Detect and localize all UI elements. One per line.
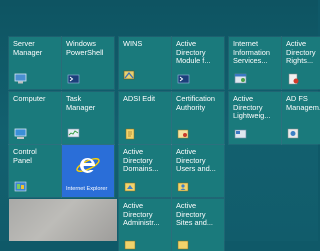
tile-iis[interactable]: Internet Information Services... [228,36,282,90]
tile-ad-domains[interactable]: Active Directory Domains... [118,144,172,198]
tile-label: ADSI Edit [123,94,156,103]
tile-computer[interactable]: Computer [8,91,62,145]
tile-label: Active Directory Domains... [123,147,159,174]
tile-label: Internet Explorer [66,186,108,192]
tile-adfs-management[interactable]: AD FS Managem... [281,91,320,145]
iis-icon [234,73,247,84]
tile-ad-users[interactable]: Active Directory Users and... [171,144,225,198]
tile-windows-powershell[interactable]: Windows PowerShell [61,36,115,90]
tile-label: Active Directory Sites and... [176,201,213,228]
certification-authority-icon [177,129,189,139]
tile-label: Windows PowerShell [66,39,104,57]
tile-label: Control Panel [13,147,37,165]
tile-wins[interactable]: WINS [118,36,172,90]
tile-ad-sites[interactable]: Active Directory Sites and... [171,198,225,251]
ad-domains-icon [124,182,136,192]
tile-label: Active Directory Lightweig... [233,94,271,121]
tile-ad-administrative-center[interactable]: Active Directory Administr... [118,198,172,251]
control-panel-icon [14,181,27,192]
tile-label: Active Directory Users and... [176,147,216,174]
powershell-icon [67,74,80,84]
computer-icon [14,128,27,139]
tile-label: WINS [123,39,143,48]
ad-users-icon [177,182,189,192]
tile-label: Internet Information Services... [233,39,270,66]
tile-internet-explorer[interactable]: Internet Explorer [61,144,115,198]
tile-ad-rights[interactable]: Active Directory Rights... [281,36,320,90]
ad-rights-icon [288,73,299,85]
task-manager-icon [67,128,80,138]
tile-certification-authority[interactable]: Certification Authority [171,91,225,145]
wins-icon [123,70,135,80]
tile-label: Server Manager [13,39,43,57]
tile-ad-lightweight[interactable]: Active Directory Lightweig... [228,91,282,145]
tile-task-manager[interactable]: Task Manager [61,91,115,145]
ad-lightweight-icon [234,129,247,139]
tile-label: Active Directory Module f... [176,39,211,66]
tile-label: Certification Authority [176,94,216,112]
internet-explorer-icon [76,157,100,173]
tile-label: AD FS Managem... [286,94,320,112]
ad-module-icon [177,74,190,84]
tile-label: Computer [13,94,46,103]
tile-label: Task Manager [66,94,96,112]
tile-label: Active Directory Administr... [123,201,160,228]
tile-label: Active Directory Rights... [286,39,316,66]
adfs-icon [287,128,299,139]
desktop-tile[interactable] [9,199,117,241]
adsi-edit-icon [125,128,135,140]
tile-ad-module[interactable]: Active Directory Module f... [171,36,225,90]
tile-control-panel[interactable]: Control Panel [8,144,62,198]
tile-server-manager[interactable]: Server Manager [8,36,62,90]
server-manager-icon [14,73,27,84]
tile-adsi-edit[interactable]: ADSI Edit [118,91,172,145]
